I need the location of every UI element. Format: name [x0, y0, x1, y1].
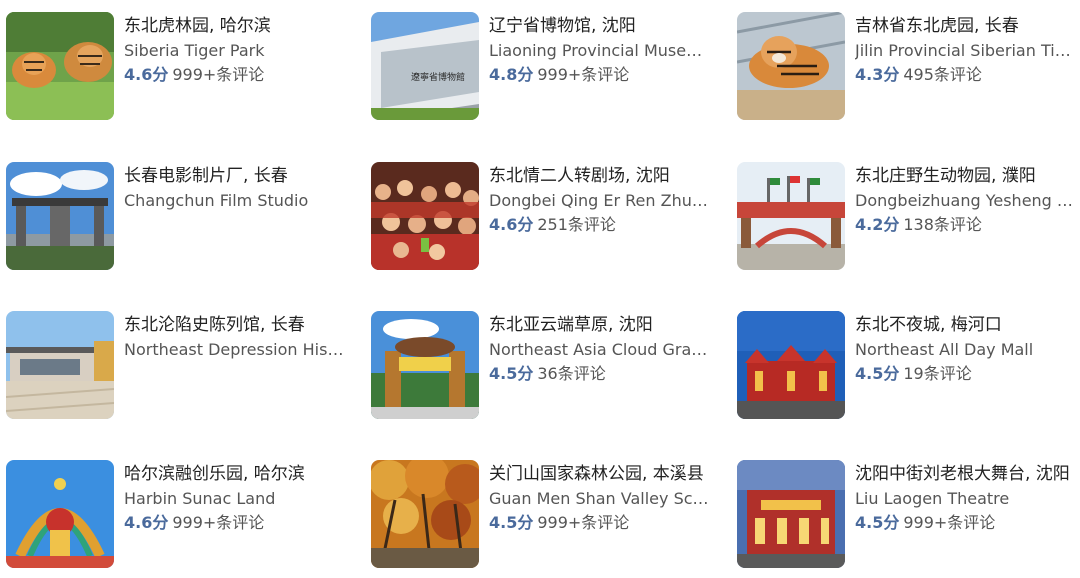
rating-row: 4.5分 36条评论	[489, 364, 606, 384]
attraction-title: 东北亚云端草原, 沈阳	[489, 315, 653, 335]
review-count: 999+条评论	[172, 65, 265, 84]
attraction-card[interactable]: 东北虎林园, 哈尔滨 Siberia Tiger Park 4.6分 999+条评…	[6, 12, 366, 122]
attraction-title: 哈尔滨融创乐园, 哈尔滨	[124, 464, 305, 484]
attraction-subtitle: Northeast Asia Cloud Grassland	[489, 340, 711, 359]
rating-row: 4.6分 999+条评论	[124, 65, 264, 85]
attraction-card[interactable]: 东北庄野生动物园, 濮阳 Dongbeizhuang Yesheng Zoo 4…	[737, 162, 1080, 272]
attraction-grid: 东北虎林园, 哈尔滨 Siberia Tiger Park 4.6分 999+条评…	[0, 0, 1080, 578]
attraction-card[interactable]: 遼寧省博物館 辽宁省博物馆, 沈阳 Liaoning Provincial Mu…	[371, 12, 731, 122]
attraction-title: 东北沦陷史陈列馆, 长春	[124, 315, 305, 335]
attraction-card[interactable]: 长春电影制片厂, 长春 Changchun Film Studio	[6, 162, 366, 272]
attraction-subtitle: Siberia Tiger Park	[124, 41, 265, 60]
attraction-card[interactable]: 东北亚云端草原, 沈阳 Northeast Asia Cloud Grassla…	[371, 311, 731, 421]
rating-row: 4.3分 495条评论	[855, 65, 982, 85]
attraction-subtitle: Liu Laogen Theatre	[855, 489, 1010, 508]
attraction-title: 东北虎林园, 哈尔滨	[124, 16, 271, 36]
museum-building-photo: 遼寧省博物館	[371, 12, 479, 120]
grassland-gate-photo	[371, 311, 479, 419]
review-count: 19条评论	[903, 364, 972, 383]
attraction-subtitle: Northeast All Day Mall	[855, 340, 1034, 359]
attraction-subtitle: Dongbei Qing Er Ren Zhuan Theatre	[489, 191, 711, 210]
sunac-land-photo	[6, 460, 114, 568]
rating-score: 4.5分	[489, 513, 534, 532]
review-count: 251条评论	[537, 215, 616, 234]
tiger-cubs-photo	[6, 12, 114, 120]
rating-row: 4.5分 999+条评论	[489, 513, 629, 533]
attraction-title: 吉林省东北虎园, 长春	[855, 16, 1019, 36]
theatre-audience-photo	[371, 162, 479, 270]
rating-row: 4.8分 999+条评论	[489, 65, 629, 85]
rating-score: 4.5分	[855, 513, 900, 532]
history-museum-photo	[6, 311, 114, 419]
review-count: 495条评论	[903, 65, 982, 84]
rating-score: 4.3分	[855, 65, 900, 84]
attraction-title: 沈阳中街刘老根大舞台, 沈阳	[855, 464, 1070, 484]
tiger-on-log-photo	[737, 12, 845, 120]
rating-score: 4.8分	[489, 65, 534, 84]
rating-score: 4.5分	[489, 364, 534, 383]
attraction-subtitle: Harbin Sunac Land	[124, 489, 276, 508]
attraction-title: 东北情二人转剧场, 沈阳	[489, 166, 670, 186]
svg-text:遼寧省博物館: 遼寧省博物館	[411, 71, 465, 83]
rating-score: 4.2分	[855, 215, 900, 234]
attraction-card[interactable]: 关门山国家森林公园, 本溪县 Guan Men Shan Valley Scen…	[371, 460, 731, 570]
rating-row: 4.2分 138条评论	[855, 215, 982, 235]
review-count: 999+条评论	[172, 513, 265, 532]
attraction-title: 关门山国家森林公园, 本溪县	[489, 464, 704, 484]
attraction-subtitle: Northeast Depression History Museum	[124, 340, 346, 359]
attraction-card[interactable]: 哈尔滨融创乐园, 哈尔滨 Harbin Sunac Land 4.6分 999+条…	[6, 460, 366, 570]
attraction-title: 长春电影制片厂, 长春	[124, 166, 288, 186]
rating-score: 4.6分	[124, 513, 169, 532]
autumn-forest-photo	[371, 460, 479, 568]
attraction-title: 东北不夜城, 梅河口	[855, 315, 1002, 335]
attraction-subtitle: Guan Men Shan Valley Scenic Area	[489, 489, 711, 508]
rating-score: 4.6分	[489, 215, 534, 234]
rating-score: 4.5分	[855, 364, 900, 383]
theatre-facade-photo	[737, 460, 845, 568]
attraction-card[interactable]: 东北不夜城, 梅河口 Northeast All Day Mall 4.5分 19…	[737, 311, 1080, 421]
attraction-card[interactable]: 沈阳中街刘老根大舞台, 沈阳 Liu Laogen Theatre 4.5分 99…	[737, 460, 1080, 570]
night-city-photo	[737, 311, 845, 419]
rating-row: 4.6分 999+条评论	[124, 513, 264, 533]
rating-row: 4.5分 999+条评论	[855, 513, 995, 533]
review-count: 999+条评论	[903, 513, 996, 532]
attraction-subtitle: Liaoning Provincial Museum	[489, 41, 711, 60]
rating-score: 4.6分	[124, 65, 169, 84]
attraction-subtitle: Dongbeizhuang Yesheng Zoo	[855, 191, 1077, 210]
attraction-subtitle: Changchun Film Studio	[124, 191, 309, 210]
attraction-title: 辽宁省博物馆, 沈阳	[489, 16, 636, 36]
film-studio-gate-photo	[6, 162, 114, 270]
review-count: 999+条评论	[537, 513, 630, 532]
attraction-card[interactable]: 吉林省东北虎园, 长春 Jilin Provincial Siberian Ti…	[737, 12, 1080, 122]
attraction-card[interactable]: 东北沦陷史陈列馆, 长春 Northeast Depression Histor…	[6, 311, 366, 421]
review-count: 36条评论	[537, 364, 606, 383]
attraction-title: 东北庄野生动物园, 濮阳	[855, 166, 1036, 186]
zoo-gate-photo	[737, 162, 845, 270]
review-count: 999+条评论	[537, 65, 630, 84]
review-count: 138条评论	[903, 215, 982, 234]
rating-row: 4.6分 251条评论	[489, 215, 616, 235]
attraction-subtitle: Jilin Provincial Siberian Tiger Park	[855, 41, 1077, 60]
attraction-card[interactable]: 东北情二人转剧场, 沈阳 Dongbei Qing Er Ren Zhuan T…	[371, 162, 731, 272]
rating-row: 4.5分 19条评论	[855, 364, 972, 384]
